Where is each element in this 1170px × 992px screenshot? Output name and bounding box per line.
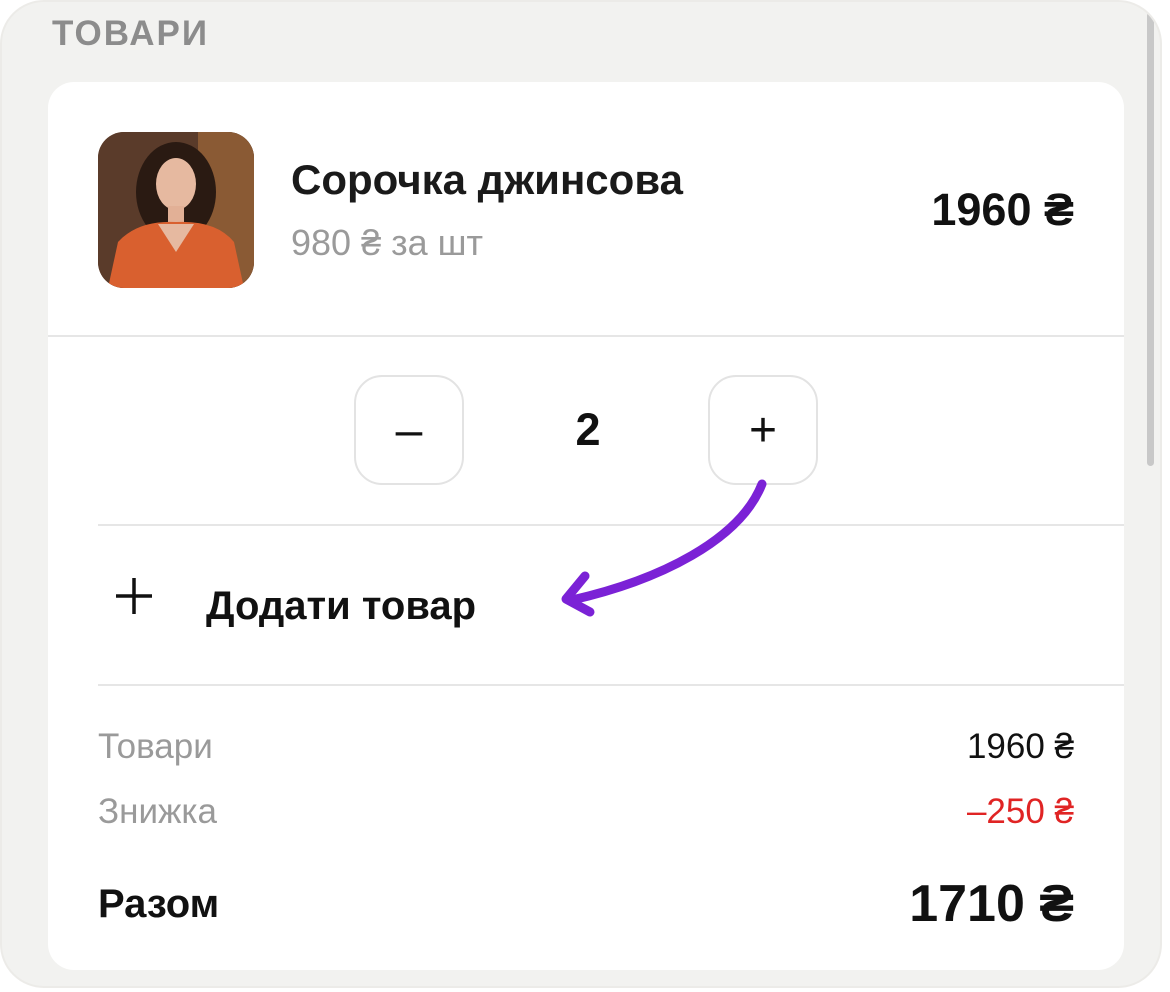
decrease-quantity-button[interactable]: – (354, 375, 464, 485)
plus-icon-svg (116, 578, 152, 614)
plus-icon (112, 574, 156, 627)
goods-label: Товари (98, 727, 213, 766)
total-value: 1710 ₴ (909, 875, 1074, 933)
increase-quantity-button[interactable]: + (708, 375, 818, 485)
scrollbar[interactable] (1147, 12, 1154, 466)
line-total: 1960 ₴ (931, 184, 1074, 235)
goods-value: 1960 ₴ (966, 727, 1074, 766)
section-title: ТОВАРИ (52, 14, 210, 53)
divider (98, 684, 1124, 686)
quantity-value: 2 (575, 404, 601, 455)
total-label: Разом (98, 882, 220, 926)
discount-value: –250 ₴ (966, 792, 1074, 831)
add-item-label: Додати товар (206, 584, 477, 628)
product-photo-icon (98, 132, 254, 288)
divider (98, 524, 1124, 526)
add-item-button[interactable]: Додати товар (98, 562, 698, 652)
discount-label: Знижка (98, 792, 217, 831)
divider (48, 335, 1124, 337)
unit-price: 980 ₴ за шт (291, 222, 483, 263)
products-card: Сорочка джинсова 980 ₴ за шт 1960 ₴ – 2 … (48, 82, 1124, 970)
order-panel: ТОВАРИ Сорочка джинсова 980 ₴ за шт 1960… (0, 0, 1162, 988)
product-photo-svg (98, 132, 254, 288)
product-name[interactable]: Сорочка джинсова (291, 156, 683, 204)
